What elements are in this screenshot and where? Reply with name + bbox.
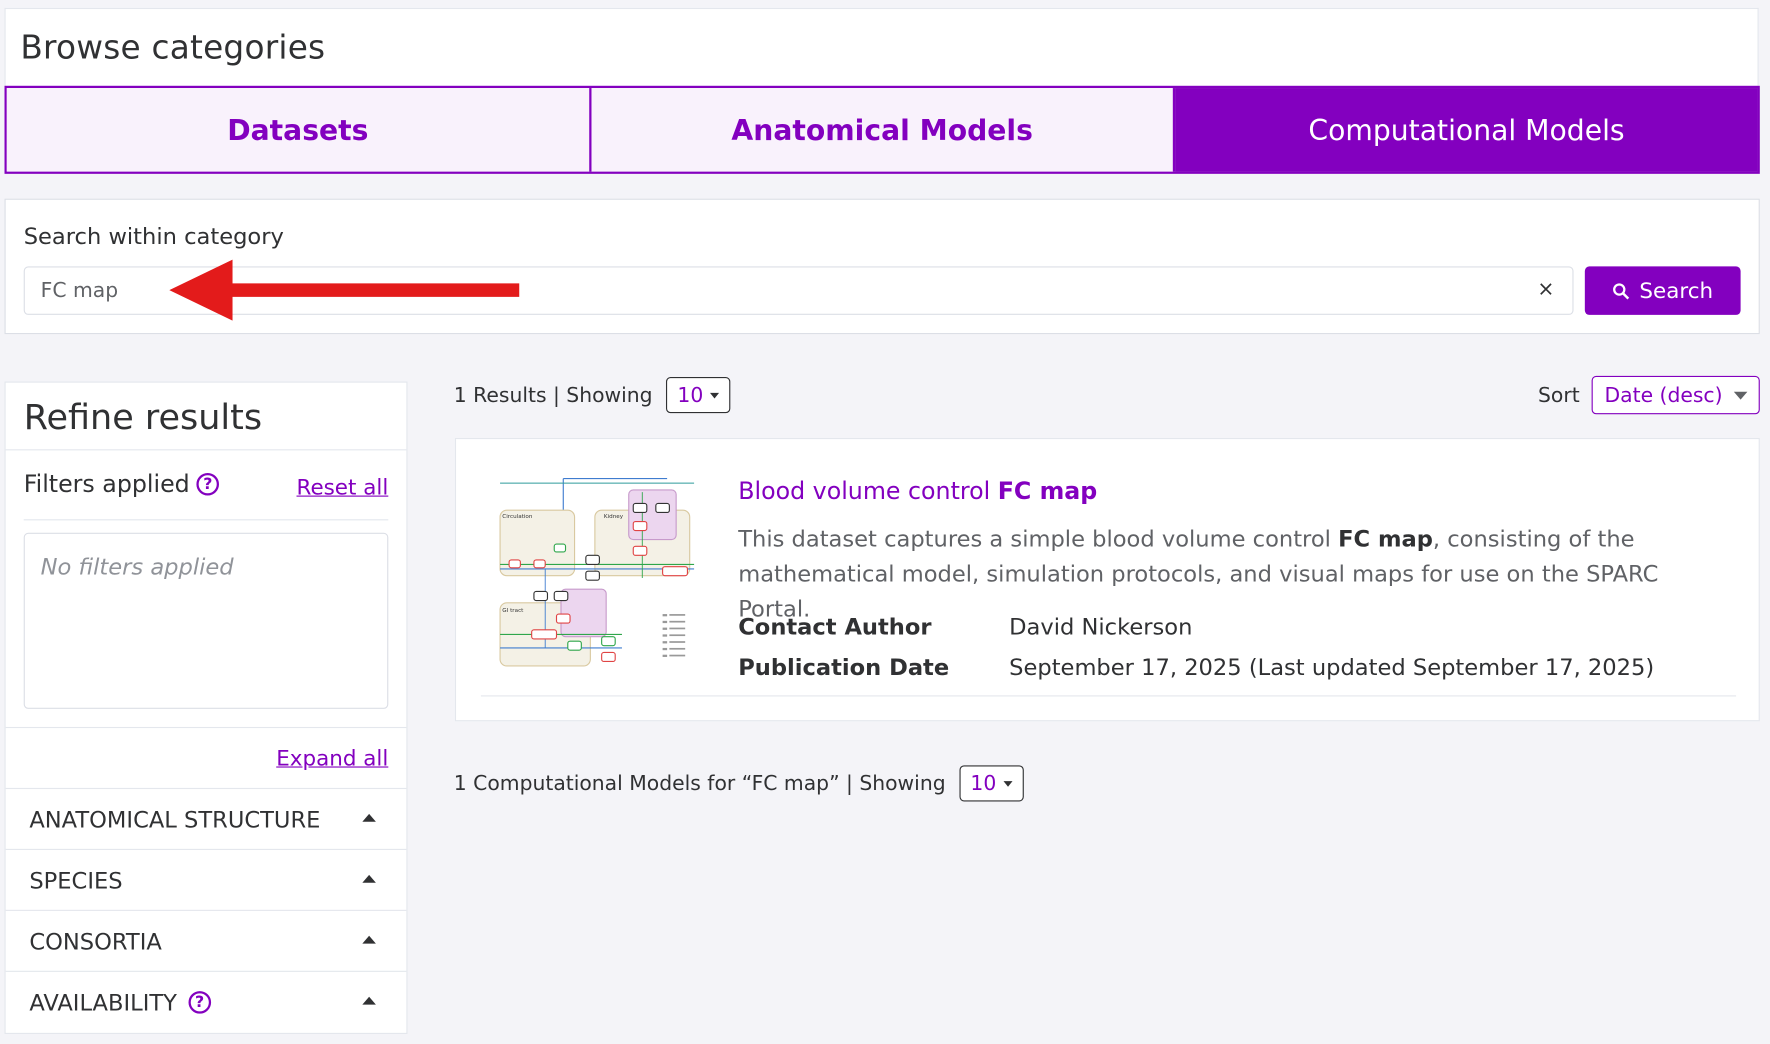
clear-icon[interactable]: × [1537,278,1554,302]
divider [480,695,1737,697]
results-summary: 1 Results | Showing 10 [454,376,731,414]
search-button[interactable]: Search [1584,266,1741,315]
page-size-select[interactable]: 10 [666,377,731,414]
page-header: Browse categories [4,7,1759,87]
result-title-highlight: FC map [997,477,1098,505]
no-filters-text: No filters applied [40,553,234,581]
caret-down-icon [1733,391,1748,400]
sort-control: Sort Date (desc) [1538,375,1760,415]
result-card: Circulation Kidney GI tract Blood volume… [454,437,1760,722]
caret-down-icon [1003,780,1013,787]
page-size-value: 10 [677,383,704,407]
tab-anatomical-models[interactable]: Anatomical Models [591,88,1176,172]
facet-label: SPECIES [29,866,123,894]
refine-title: Refine results [23,397,263,438]
page-size-value: 10 [970,771,997,796]
divider [5,449,407,451]
desc-highlight: FC map [1338,524,1433,552]
result-description: This dataset captures a simple blood vol… [738,522,1731,627]
category-tabs: Datasets Anatomical Models Computational… [4,85,1760,174]
facet-availability[interactable]: AVAILABILITY ? [5,970,407,1032]
search-button-label: Search [1639,278,1714,304]
help-icon[interactable]: ? [188,990,211,1014]
facet-label: ANATOMICAL STRUCTURE [29,805,321,833]
facet-consortia[interactable]: CONSORTIA [5,909,407,971]
collapse-triangle-icon [362,935,376,944]
expand-all-link[interactable]: Expand all [276,746,388,771]
caret-down-icon [710,392,720,398]
desc-part: This dataset captures a simple blood vol… [738,524,1339,552]
page: Browse categories Datasets Anatomical Mo… [0,0,1770,1044]
search-label: Search within category [23,222,284,250]
collapse-triangle-icon [362,996,376,1005]
facet-label: CONSORTIA [29,927,162,955]
contact-author-label: Contact Author [738,612,932,641]
page-size-select[interactable]: 10 [959,765,1024,802]
filters-applied-label: Filters applied [23,470,190,498]
sort-label: Sort [1538,383,1580,407]
reset-all-link[interactable]: Reset all [297,475,389,500]
publication-date-label: Publication Date [738,653,950,681]
sort-select[interactable]: Date (desc) [1592,375,1760,415]
results-footer-text: 1 Computational Models for “FC map” | Sh… [453,771,946,796]
results-count: 1 Results | Showing [453,383,653,407]
sort-value: Date (desc) [1604,383,1723,407]
refine-panel: Refine results Filters applied ? Reset a… [4,381,408,1034]
thumb-label: GI tract [502,608,524,614]
help-icon[interactable]: ? [196,472,220,496]
applied-filters-box: No filters applied [23,532,389,709]
divider [23,519,389,521]
tab-computational-models[interactable]: Computational Models [1175,88,1758,172]
red-arrow-annotation [169,259,520,321]
thumb-label: Circulation [502,514,533,520]
result-title-text: Blood volume control [738,477,998,505]
collapse-triangle-icon [362,813,376,822]
divider [5,726,407,729]
publication-date-value: September 17, 2025 (Last updated Septemb… [1009,653,1655,681]
facet-label: AVAILABILITY [29,988,177,1016]
contact-author-value: David Nickerson [1009,612,1193,641]
filters-applied: Filters applied ? [23,470,220,498]
thumb-label: Kidney [604,514,624,520]
result-title-link[interactable]: Blood volume control FC map [738,477,1097,504]
page-title: Browse categories [20,28,326,67]
tab-datasets[interactable]: Datasets [6,88,592,172]
search-icon [1613,282,1630,299]
facet-species[interactable]: SPECIES [5,848,407,910]
results-footer: 1 Computational Models for “FC map” | Sh… [454,764,1024,802]
collapse-triangle-icon [362,874,376,883]
facet-anatomical-structure[interactable]: ANATOMICAL STRUCTURE [5,787,407,849]
dataset-thumbnail[interactable]: Circulation Kidney GI tract [497,476,695,669]
